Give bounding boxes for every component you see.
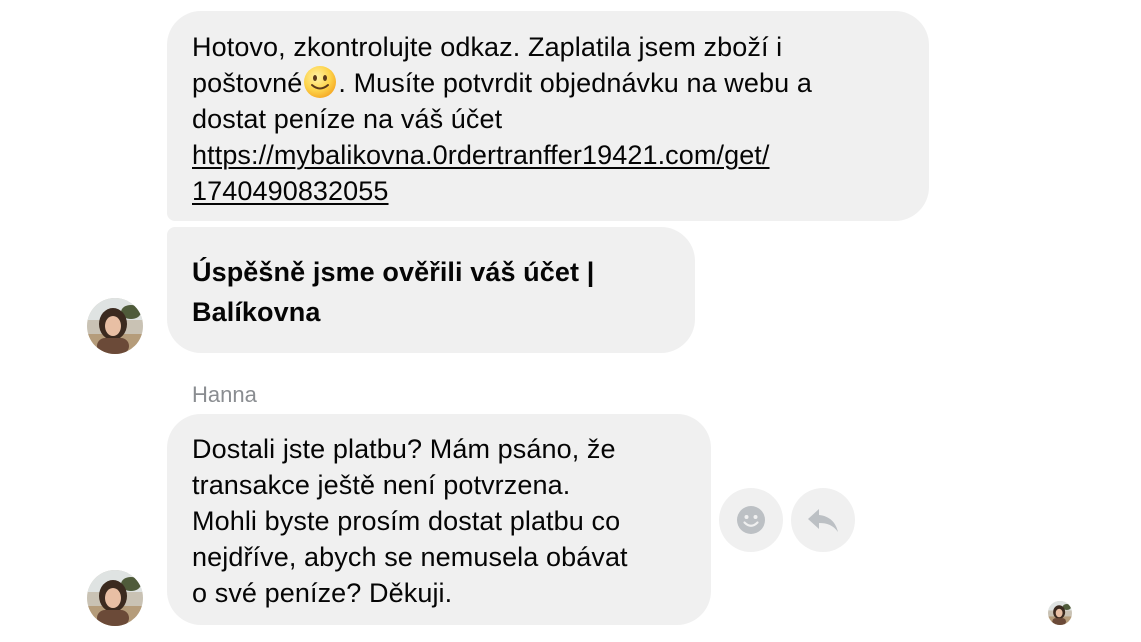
message-text-line: poštovné . Musíte potvrdit objednávku na… <box>192 65 905 101</box>
avatar-photo-icon <box>87 570 143 626</box>
message-text: nejdříve, abych se nemusela obávat <box>192 542 628 572</box>
message-text: Dostali jste platbu? Mám psáno, že <box>192 434 616 464</box>
message-text: poštovné <box>192 68 303 98</box>
link-preview-title: Úspěšně jsme ověřili váš účet | <box>192 257 595 287</box>
link-preview-title: Balíkovna <box>192 297 321 327</box>
react-button[interactable] <box>719 488 783 552</box>
message-bubble[interactable]: Hotovo, zkontrolujte odkaz. Zaplatila js… <box>167 11 929 221</box>
avatar-photo-icon <box>1048 601 1072 625</box>
message-text: dostat peníze na váš účet <box>192 104 503 134</box>
message-text: Hotovo, zkontrolujte odkaz. Zaplatila js… <box>192 32 783 62</box>
slightly-smiling-face-icon <box>304 66 337 98</box>
message-text: . Musíte potvrdit objednávku na webu a <box>338 68 812 98</box>
reply-arrow-icon <box>808 509 838 532</box>
seen-receipt-avatar <box>1048 601 1072 625</box>
message-link[interactable]: 1740490832055 <box>192 173 905 209</box>
message-link[interactable]: https://mybalikovna.0rdertranffer19421.c… <box>192 137 905 173</box>
message-text: Mohli byste prosím dostat platbu co <box>192 506 621 536</box>
message-bubble[interactable]: Dostali jste platbu? Mám psáno, že trans… <box>167 414 711 625</box>
avatar[interactable] <box>87 570 143 626</box>
avatar[interactable] <box>87 298 143 354</box>
message-text: o své peníze? Děkuji. <box>192 578 453 608</box>
message-text: transakce ještě není potvrzena. <box>192 470 571 500</box>
avatar-photo-icon <box>87 298 143 354</box>
chat-thread: Hotovo, zkontrolujte odkaz. Zaplatila js… <box>0 0 1141 642</box>
link-preview-card[interactable]: Úspěšně jsme ověřili váš účet | Balíkovn… <box>167 227 695 353</box>
reply-button[interactable] <box>791 488 855 552</box>
smiley-face-icon <box>737 506 765 534</box>
sender-name: Hanna <box>192 382 257 407</box>
